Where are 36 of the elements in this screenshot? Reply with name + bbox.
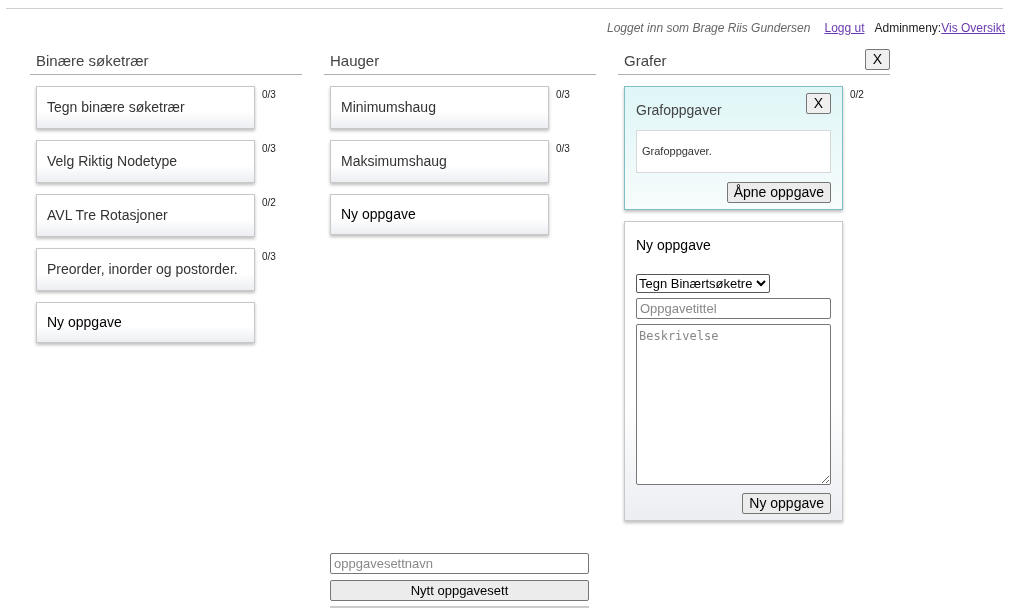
column-heading: Binære søketrær — [36, 50, 149, 71]
task-title: Grafoppgaver — [636, 101, 722, 120]
task-card[interactable]: Tegn binære søketrær — [36, 86, 255, 129]
score-text: 0/3 — [262, 142, 276, 156]
score-text: 0/3 — [262, 88, 276, 102]
admin-menu-label: Adminmeny: — [874, 21, 942, 35]
logout-link[interactable]: Logg ut — [824, 19, 865, 37]
score-text: 0/3 — [556, 88, 570, 102]
open-task-button[interactable]: Åpne oppgave — [726, 182, 831, 203]
overview-link[interactable]: Vis Oversikt — [941, 21, 1005, 35]
set-name-input[interactable]: oppgavesettnavn — [330, 553, 589, 574]
score-text: 0/3 — [556, 142, 570, 156]
new-task-card[interactable]: Ny oppgave — [36, 302, 255, 343]
task-card[interactable]: Velg Riktig Nodetype — [36, 140, 255, 183]
form-heading: Ny oppgave — [636, 236, 712, 255]
column-heading: Grafer — [624, 50, 667, 71]
task-card[interactable]: Preorder, inorder og postorder. — [36, 248, 255, 291]
description-textarea[interactable]: Beskrivelse — [636, 324, 831, 485]
task-card[interactable]: Minimumshaug — [330, 86, 549, 129]
chevron-down-icon — [756, 280, 767, 287]
close-button[interactable]: X — [864, 49, 890, 70]
submit-task-button[interactable]: Ny oppgave — [742, 493, 831, 514]
task-card[interactable]: Grafoppgaver X Grafoppgaver. Åpne oppgave — [624, 86, 843, 210]
new-set-button[interactable]: Nytt oppgavesett — [330, 580, 589, 601]
task-description: Grafoppgaver. — [636, 130, 831, 173]
login-status-text: Logget inn som Brage Riis Gundersen — [607, 20, 811, 37]
score-text: 0/2 — [262, 196, 276, 210]
score-text: 0/3 — [262, 250, 276, 264]
task-card[interactable]: AVL Tre Rotasjoner — [36, 194, 255, 237]
task-type-dropdown[interactable]: Tegn Binærtsøketre — [636, 274, 771, 293]
task-card[interactable]: Maksimumshaug — [330, 140, 549, 183]
new-task-card[interactable]: Ny oppgave — [330, 194, 549, 235]
close-button[interactable]: X — [805, 93, 831, 114]
title-input[interactable]: Oppgavetittel — [636, 298, 831, 319]
score-text: 0/2 — [850, 88, 864, 102]
column-heading: Hauger — [330, 50, 380, 71]
